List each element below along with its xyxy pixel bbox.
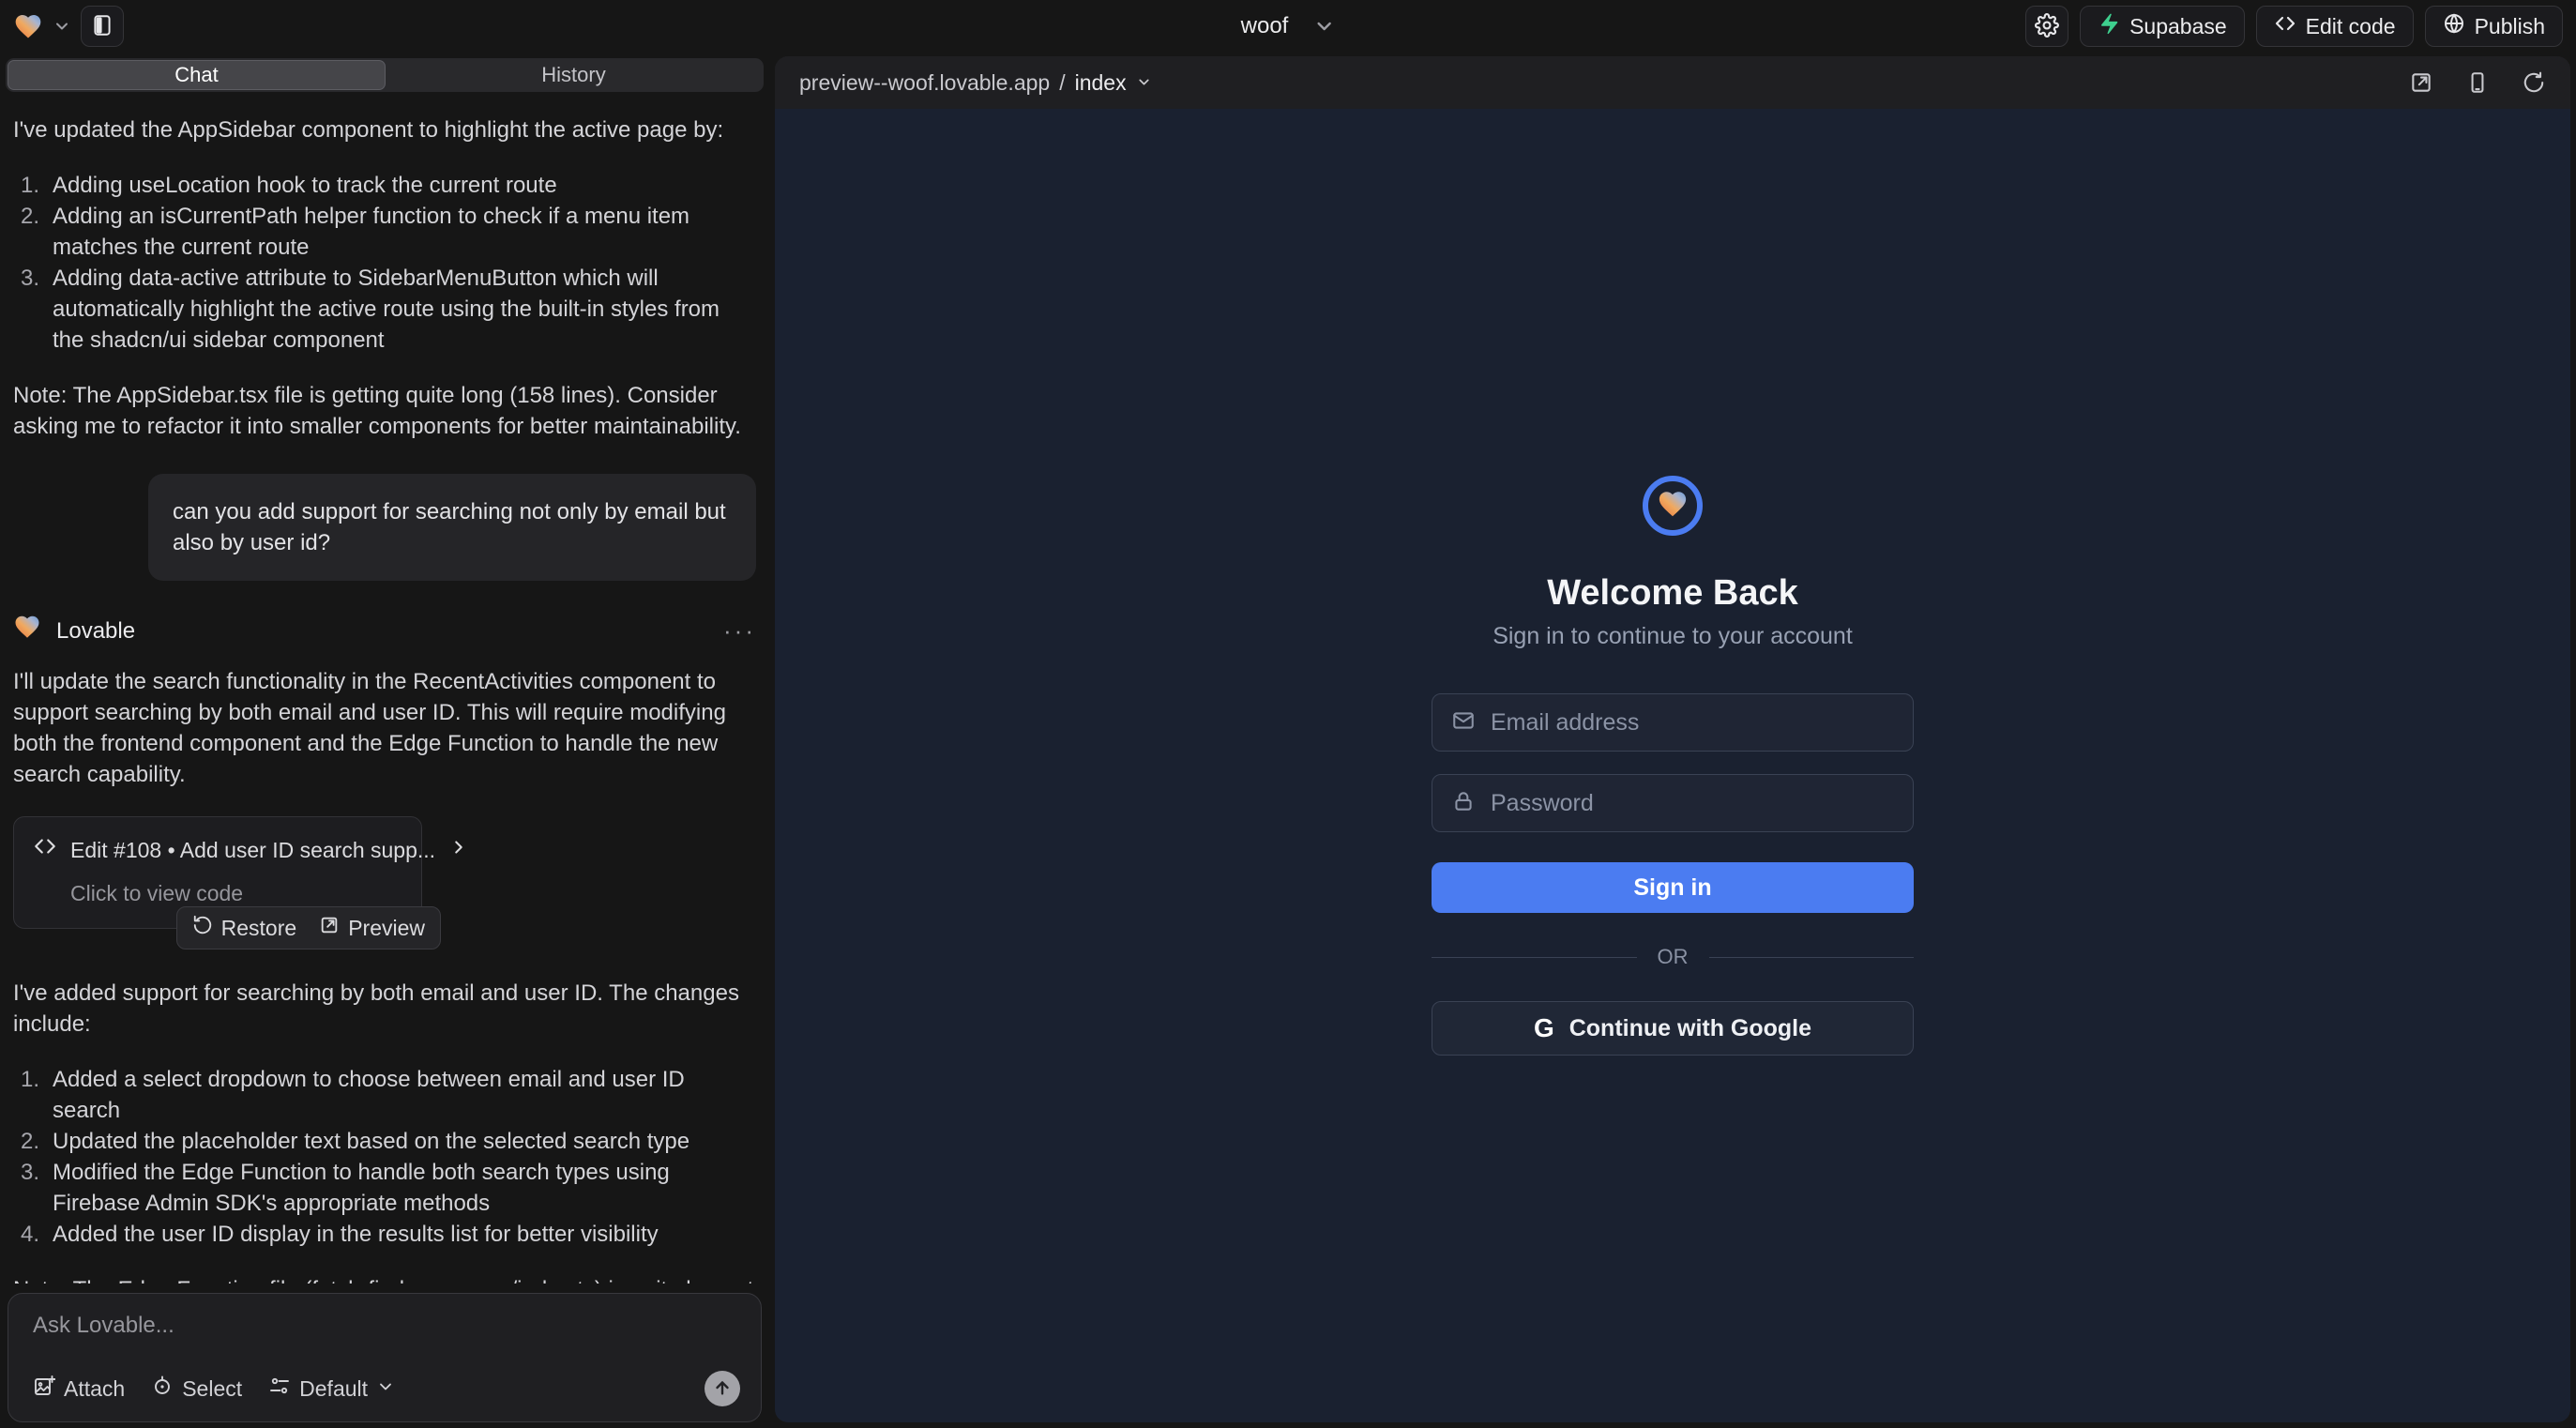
chevron-down-icon	[376, 1376, 395, 1402]
lovable-logo-heart-icon[interactable]	[13, 11, 43, 41]
user-message-bubble: can you add support for searching not on…	[148, 474, 756, 581]
lock-icon	[1451, 789, 1476, 818]
edit-card-title: Edit #108 • Add user ID search supp...	[70, 835, 435, 866]
code-brackets-icon	[33, 834, 57, 867]
composer-toolbar: Attach Select Default	[33, 1371, 740, 1406]
password-field-wrap	[1432, 774, 1914, 832]
toggle-sidebar-button[interactable]	[81, 6, 124, 47]
preview-frame: preview--woof.lovable.app / index	[775, 56, 2570, 1422]
list-item: 4.Added the user ID display in the resul…	[13, 1219, 756, 1250]
preview-button[interactable]: Preview	[319, 915, 425, 941]
preview-panel: preview--woof.lovable.app / index	[769, 53, 2576, 1428]
route-chevron-down-icon	[1136, 70, 1152, 96]
password-field[interactable]	[1491, 790, 1894, 817]
assistant-ordered-list: 1.Added a select dropdown to choose betw…	[13, 1064, 756, 1250]
sign-in-button[interactable]: Sign in	[1432, 862, 1914, 913]
project-chevron-down-icon	[1312, 15, 1335, 38]
sidebar-panel-icon	[90, 13, 114, 40]
select-element-button[interactable]: Select	[151, 1375, 242, 1403]
chat-panel: Chat History I've updated the AppSidebar…	[0, 53, 769, 1428]
preview-actions	[2409, 70, 2546, 95]
refresh-icon[interactable]	[2522, 70, 2546, 95]
supabase-bolt-icon	[2098, 12, 2120, 40]
or-label: OR	[1658, 945, 1689, 969]
assistant-paragraph: I've added support for searching by both…	[13, 978, 756, 1040]
arrow-up-icon	[712, 1377, 733, 1401]
list-item: 2.Adding an isCurrentPath helper functio…	[13, 201, 756, 263]
edit-card-header: Edit #108 • Add user ID search supp...	[33, 834, 402, 867]
project-name: woof	[1241, 13, 1289, 39]
preview-url-bar[interactable]: preview--woof.lovable.app / index	[799, 70, 1152, 96]
sliders-icon	[268, 1375, 291, 1403]
list-item: 1.Added a select dropdown to choose betw…	[13, 1064, 756, 1126]
chat-input[interactable]	[33, 1313, 740, 1339]
continue-with-google-button[interactable]: G Continue with Google	[1432, 1001, 1914, 1056]
google-g-icon: G	[1534, 1013, 1554, 1043]
publish-button[interactable]: Publish	[2425, 6, 2563, 47]
sign-in-card: Welcome Back Sign in to continue to your…	[1432, 476, 1914, 1056]
preview-app-content: Welcome Back Sign in to continue to your…	[775, 109, 2570, 1422]
gear-icon	[2035, 13, 2059, 40]
chevron-right-icon	[448, 835, 469, 866]
main-area: Chat History I've updated the AppSidebar…	[0, 53, 2576, 1428]
chat-history-tabs: Chat History	[6, 58, 764, 92]
supabase-button[interactable]: Supabase	[2080, 6, 2245, 47]
message-more-menu-icon[interactable]: ···	[723, 615, 756, 646]
mail-icon	[1451, 708, 1476, 737]
attach-button[interactable]: Attach	[33, 1375, 125, 1403]
supabase-label: Supabase	[2129, 14, 2227, 39]
code-brackets-icon	[2274, 12, 2296, 40]
top-bar-left	[13, 6, 124, 47]
list-item: 2.Updated the placeholder text based on …	[13, 1126, 756, 1157]
edit-code-button[interactable]: Edit code	[2256, 6, 2414, 47]
publish-label: Publish	[2475, 14, 2545, 39]
chat-message-list[interactable]: I've updated the AppSidebar component to…	[0, 92, 769, 1284]
preview-route: index	[1075, 70, 1127, 96]
external-link-icon	[319, 915, 340, 941]
email-field[interactable]	[1491, 709, 1894, 737]
open-in-new-tab-icon[interactable]	[2409, 70, 2433, 95]
top-bar: woof Supabase Edit code	[0, 0, 2576, 53]
target-icon	[151, 1375, 174, 1403]
project-switcher[interactable]: woof	[1241, 0, 1336, 53]
lovable-avatar-heart-icon	[13, 613, 41, 649]
logo-chevron-down-icon[interactable]	[53, 17, 71, 36]
attach-image-icon	[33, 1375, 55, 1403]
or-divider: OR	[1432, 945, 1914, 969]
edit-code-label: Edit code	[2306, 14, 2396, 39]
preview-domain: preview--woof.lovable.app	[799, 70, 1050, 96]
list-item: 1.Adding useLocation hook to track the c…	[13, 170, 756, 201]
assistant-note: Note: The AppSidebar.tsx file is getting…	[13, 380, 756, 442]
restore-rotate-icon	[192, 915, 213, 941]
send-button[interactable]	[705, 1371, 740, 1406]
list-item: 3.Modified the Edge Function to handle b…	[13, 1157, 756, 1219]
list-item: 3.Adding data-active attribute to Sideba…	[13, 263, 756, 356]
preview-url-separator: /	[1059, 70, 1065, 96]
assistant-header: Lovable ···	[13, 613, 756, 649]
mobile-view-icon[interactable]	[2465, 70, 2490, 95]
restore-button[interactable]: Restore	[192, 915, 297, 941]
welcome-title: Welcome Back	[1547, 573, 1798, 614]
email-field-wrap	[1432, 693, 1914, 752]
chat-composer: Attach Select Default	[8, 1293, 762, 1422]
edit-block: Edit #108 • Add user ID search supp... C…	[13, 816, 441, 929]
preview-toolbar: preview--woof.lovable.app / index	[775, 56, 2570, 109]
top-bar-right: Supabase Edit code Publish	[2025, 6, 2563, 47]
assistant-paragraph: I've updated the AppSidebar component to…	[13, 114, 756, 145]
assistant-note: Note: The Edge Function file (fetch-fire…	[13, 1274, 756, 1284]
edit-card-subtitle: Click to view code	[70, 878, 402, 909]
settings-button[interactable]	[2025, 6, 2068, 47]
tab-chat[interactable]: Chat	[8, 60, 386, 90]
globe-icon	[2443, 12, 2465, 40]
tab-history[interactable]: History	[386, 60, 762, 90]
assistant-ordered-list: 1.Adding useLocation hook to track the c…	[13, 170, 756, 356]
chat-mode-dropdown[interactable]: Default	[268, 1375, 395, 1403]
welcome-subtitle: Sign in to continue to your account	[1493, 623, 1853, 650]
app-heart-icon	[1657, 488, 1689, 524]
assistant-paragraph: I'll update the search functionality in …	[13, 666, 756, 790]
lovable-app: woof Supabase Edit code	[0, 0, 2576, 1428]
version-actions-pill: Restore Preview	[176, 906, 441, 949]
app-logo-ring	[1643, 476, 1703, 536]
assistant-name: Lovable	[56, 615, 135, 646]
